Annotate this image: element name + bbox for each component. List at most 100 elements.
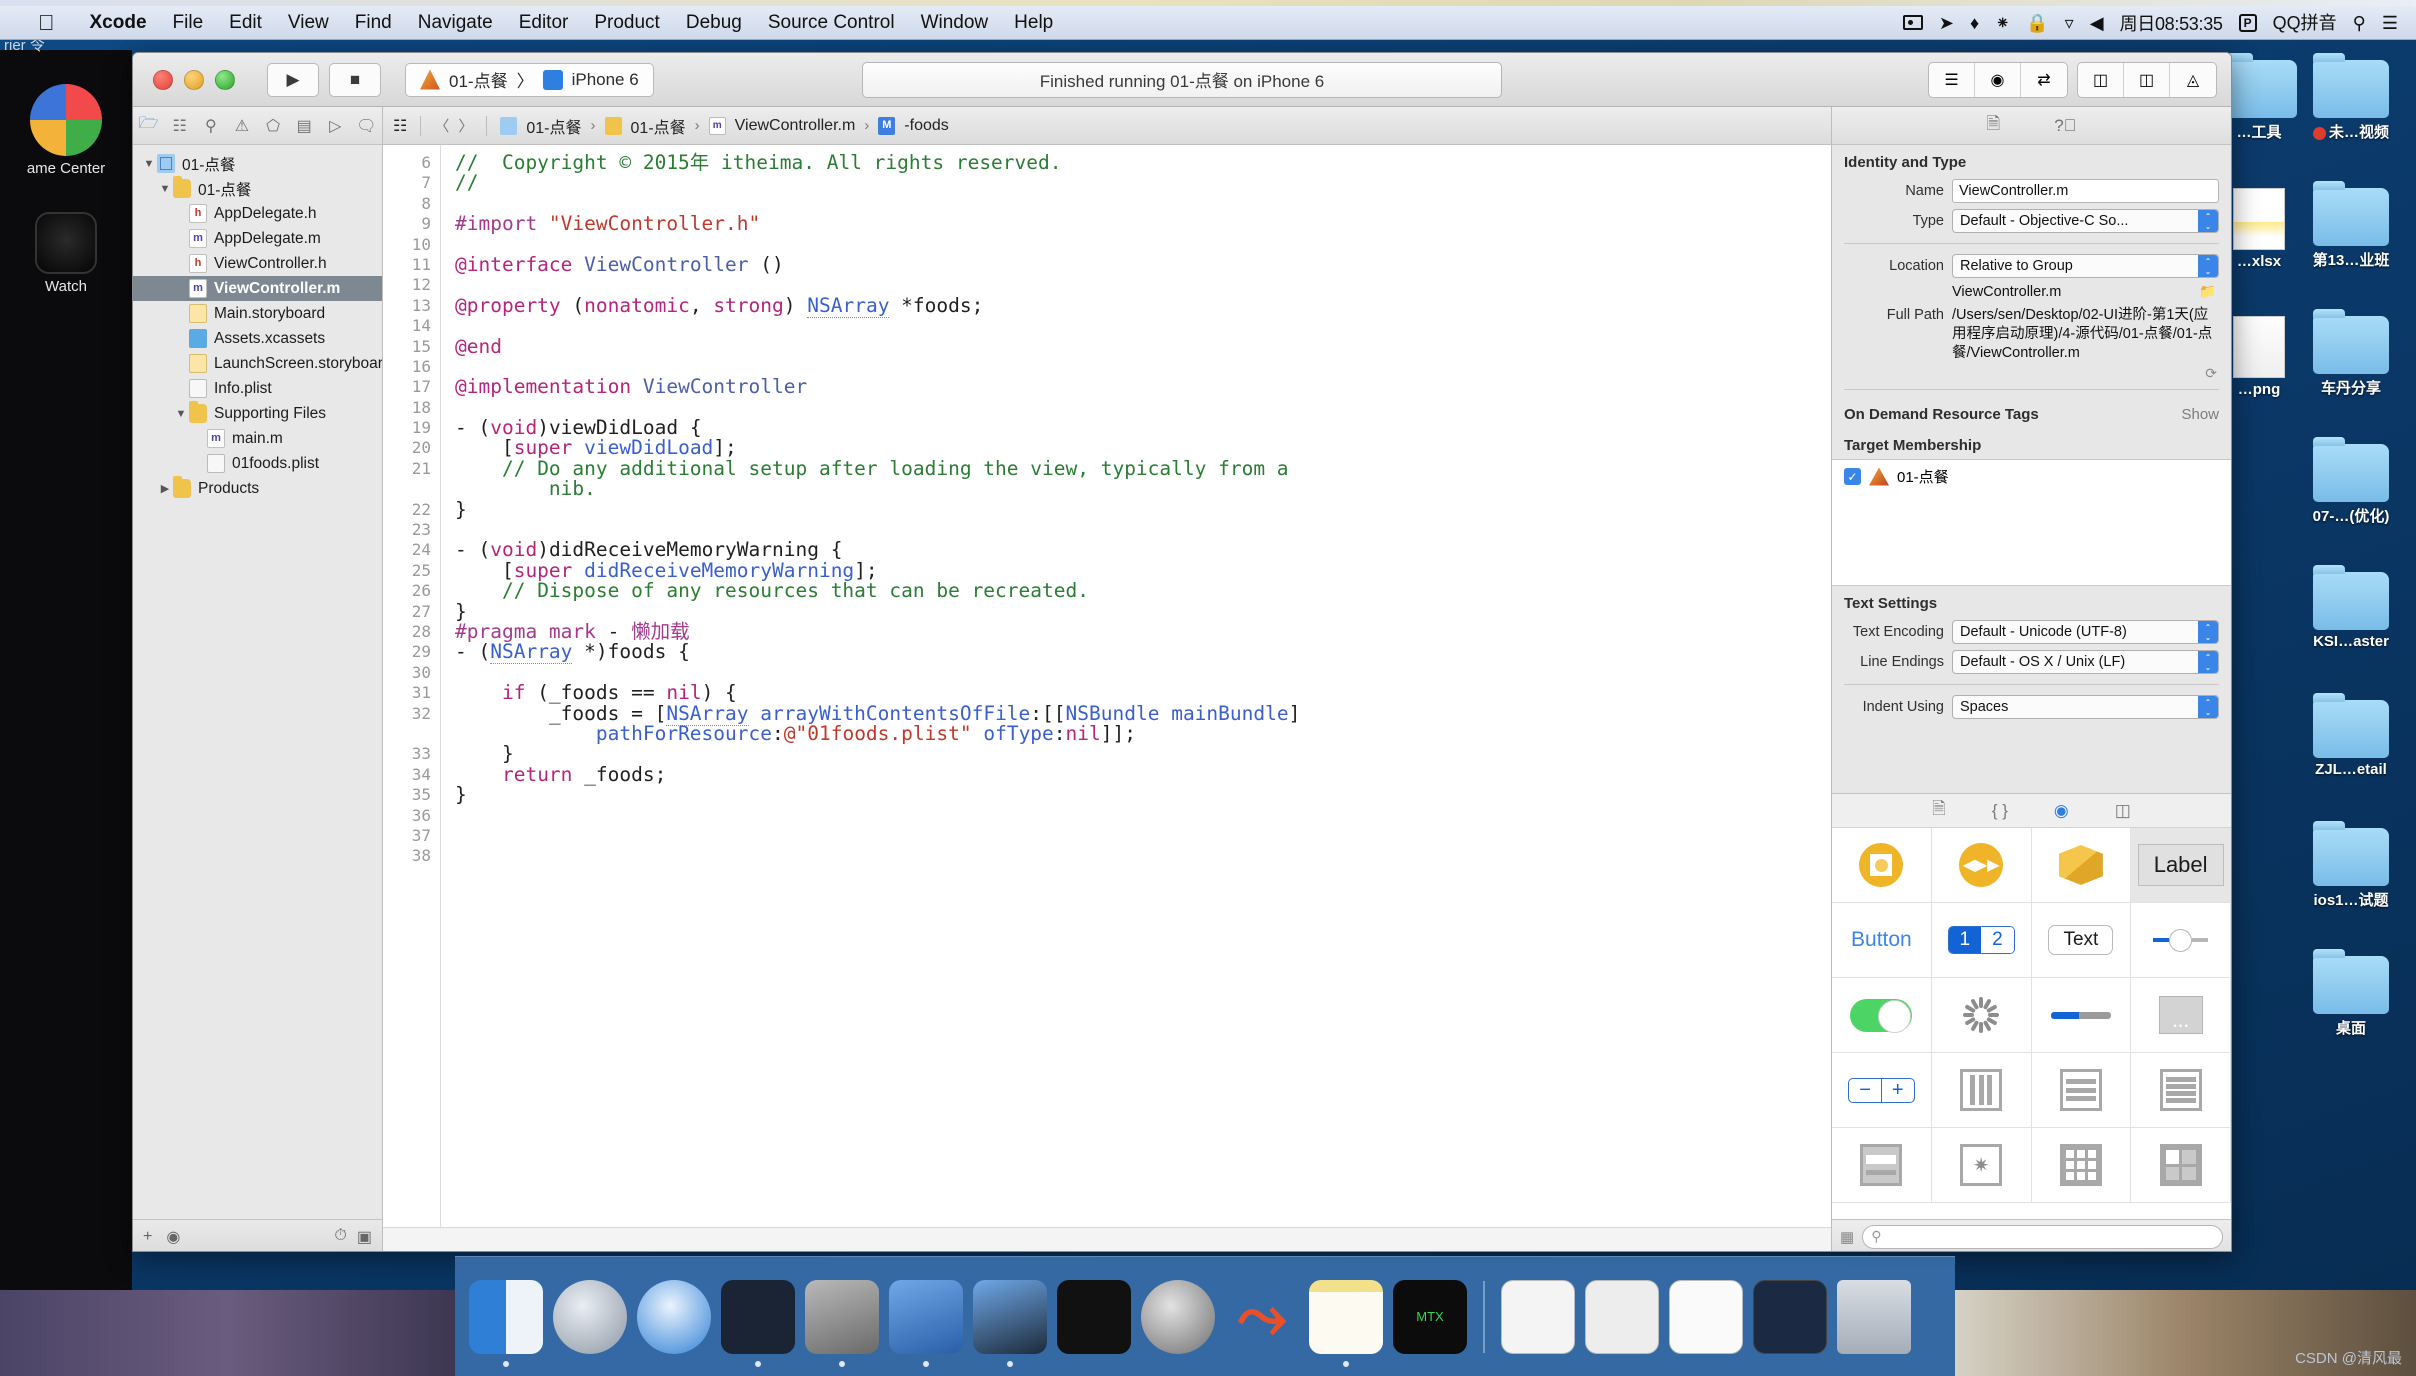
tree-row-01foods-plist[interactable]: 01foods.plist — [133, 451, 382, 476]
code-line[interactable]: #import "ViewController.h" — [455, 213, 1831, 234]
menu-item-product[interactable]: Product — [581, 12, 672, 34]
odr-show-button[interactable]: Show — [2181, 406, 2219, 423]
project-file-tree[interactable]: ▼ 01-点餐 ▼ 01-点餐 h AppDelegate.h m AppDelegat… — [133, 145, 382, 1219]
project-navigator-icon[interactable]: 🗁 — [136, 114, 162, 138]
library-item-page-control[interactable] — [2131, 978, 2231, 1053]
object-library-icon[interactable]: ◉ — [2054, 801, 2069, 821]
code-line[interactable]: @interface ViewController () — [455, 254, 1831, 275]
library-item-view-controller[interactable] — [1832, 828, 1932, 903]
menu-item-navigate[interactable]: Navigate — [405, 12, 506, 34]
back-button[interactable]: 〈 — [434, 115, 449, 136]
library-item-image-view[interactable]: ✷ — [1931, 1128, 2032, 1203]
tree-row-appdelegate-m[interactable]: m AppDelegate.m — [133, 226, 382, 251]
forward-button[interactable]: 〉 — [458, 115, 473, 136]
code-line[interactable]: _foods = [NSArray arrayWithContentsOfFil… — [455, 701, 1831, 726]
launchpad-icon[interactable] — [553, 1279, 627, 1354]
menu-item-source-control[interactable]: Source Control — [755, 12, 908, 34]
lock-icon[interactable]: 🔒 — [2026, 14, 2048, 32]
search-icon[interactable]: ⚲ — [2353, 14, 2366, 32]
tree-row-viewcontroller-m[interactable]: m ViewController.m — [133, 276, 382, 301]
target-checkbox[interactable]: ✓ — [1844, 468, 1861, 485]
code-line[interactable] — [455, 194, 1831, 214]
matrix-icon[interactable]: MTX — [1393, 1279, 1467, 1354]
breadcrumb-project[interactable]: 01-点餐 — [526, 114, 581, 138]
tree-row-supporting-files[interactable]: ▼ Supporting Files — [133, 401, 382, 426]
library-item-segmented-control[interactable]: 12 — [1931, 903, 2032, 978]
safari-icon[interactable] — [637, 1279, 711, 1354]
screen-record-icon[interactable] — [1902, 15, 1923, 30]
stop-button[interactable]: ■ — [329, 62, 381, 97]
desktop-icon-ios1[interactable]: ios1…试题 — [2308, 821, 2394, 910]
code-snippet-library-icon[interactable]: { } — [1992, 801, 2008, 821]
library-item-button[interactable]: Button — [1832, 903, 1932, 978]
symbol-navigator-icon[interactable]: ☷ — [167, 114, 193, 138]
library-item-storyboard-reference[interactable]: ◀▶▶ — [1931, 828, 2032, 903]
notes-icon[interactable] — [1309, 1279, 1383, 1367]
tree-row-info-plist[interactable]: Info.plist — [133, 376, 382, 401]
code-line[interactable]: [super didReceiveMemoryWarning]; — [455, 560, 1831, 581]
assistant-editor-icon[interactable]: ◉ — [1975, 62, 2021, 97]
tree-row-launchscreen[interactable]: LaunchScreen.storyboard — [133, 351, 382, 376]
name-field[interactable]: ViewController.m — [1952, 179, 2219, 203]
code-line[interactable] — [455, 357, 1831, 377]
doc-window-icon[interactable] — [1501, 1279, 1575, 1354]
library-item-object[interactable] — [2031, 828, 2132, 903]
menu-item-view[interactable]: View — [275, 12, 342, 34]
xcode-beta-icon[interactable] — [973, 1279, 1047, 1367]
menu-item-find[interactable]: Find — [342, 12, 405, 34]
menu-item-window[interactable]: Window — [908, 12, 1002, 34]
code-line[interactable] — [455, 235, 1831, 255]
desktop-icon-07-opt[interactable]: 07-…(优化) — [2308, 437, 2394, 526]
code-line[interactable]: - (NSArray *)foods { — [455, 640, 1831, 665]
code-line[interactable]: } — [455, 743, 1831, 764]
file-template-library-icon[interactable]: 🗎 — [1932, 796, 1946, 825]
scheme-selector[interactable]: 01-点餐 〉 iPhone 6 — [405, 62, 654, 97]
code-line[interactable]: // Copyright © 2015年 itheima. All rights… — [455, 152, 1831, 173]
file-inspector-icon[interactable]: 🗎 — [1987, 111, 2001, 140]
close-window-button[interactable] — [153, 69, 173, 90]
library-view-toggle-icon[interactable]: ▦ — [1840, 1228, 1854, 1246]
breadcrumb-group[interactable]: 01-点餐 — [631, 114, 686, 138]
target-membership-row[interactable]: ✓ 01-点餐 — [1832, 460, 2231, 493]
source-code-text[interactable]: // Copyright © 2015年 itheima. All rights… — [441, 145, 1831, 1227]
indent-using-popup[interactable]: Spaces — [1952, 695, 2219, 719]
view-toggle-segmented-control[interactable]: ◫ ◫ ◬ — [2077, 61, 2217, 98]
desktop-icon-class13[interactable]: 第13…业班 — [2308, 181, 2394, 270]
test-navigator-icon[interactable]: ⬠ — [260, 114, 286, 138]
code-line[interactable]: // Dispose of any resources that can be … — [455, 581, 1831, 601]
code-line[interactable] — [455, 663, 1831, 683]
system-preferences-icon[interactable] — [1141, 1279, 1215, 1354]
code-line[interactable]: return _foods; — [455, 764, 1831, 785]
volume-icon[interactable]: ◀ — [2090, 14, 2104, 32]
version-editor-icon[interactable]: ⇄ — [2021, 63, 2067, 97]
tree-row-products[interactable]: ▶ Products — [133, 476, 382, 501]
library-item-switch[interactable] — [1832, 978, 1932, 1053]
code-line[interactable]: @implementation ViewController — [455, 377, 1831, 397]
menu-item-edit[interactable]: Edit — [216, 12, 275, 34]
menu-item-help[interactable]: Help — [1001, 12, 1066, 34]
code-line[interactable]: // Do any additional setup after loading… — [455, 458, 1831, 479]
code-line[interactable]: [super viewDidLoad]; — [455, 438, 1831, 459]
code-line[interactable]: pathForResource:@"01foods.plist" ofType:… — [455, 723, 1831, 744]
report-navigator-icon[interactable]: 🗨 — [353, 114, 379, 138]
source-code-area[interactable]: 6 7 8 9 10 11 12 13 14 15 16 17 18 19 20 21 22 23 24 25 26 27… — [383, 145, 1831, 1227]
location-popup-button[interactable]: Relative to Group — [1952, 254, 2219, 278]
location-icon[interactable]: ➤ — [1939, 14, 1954, 32]
doc-window3-icon[interactable] — [1669, 1279, 1743, 1354]
issue-navigator-icon[interactable]: ⚠ — [229, 114, 255, 138]
library-item-collection-view[interactable] — [2031, 1128, 2132, 1203]
tree-row-appdelegate-h[interactable]: h AppDelegate.h — [133, 201, 382, 226]
add-file-button[interactable]: + — [143, 1228, 152, 1246]
code-line[interactable] — [455, 275, 1831, 295]
watch-item[interactable]: Watch — [0, 212, 132, 295]
parallels-icon[interactable]: ⤳ — [1225, 1280, 1299, 1354]
library-item-table-view-cell[interactable] — [1832, 1128, 1932, 1203]
tree-row-main-storyboard[interactable]: Main.storyboard — [133, 301, 382, 326]
wifi-icon[interactable]: ▿ — [2065, 14, 2074, 32]
text-encoding-popup[interactable]: Default - Unicode (UTF-8) — [1952, 620, 2219, 644]
tree-row-main-m[interactable]: m main.m — [133, 426, 382, 451]
bluetooth-icon[interactable]: ♦ — [1970, 14, 1979, 32]
code-line[interactable]: // — [455, 173, 1831, 193]
code-line[interactable]: } — [455, 601, 1831, 622]
mouse-app-icon[interactable] — [721, 1279, 795, 1367]
